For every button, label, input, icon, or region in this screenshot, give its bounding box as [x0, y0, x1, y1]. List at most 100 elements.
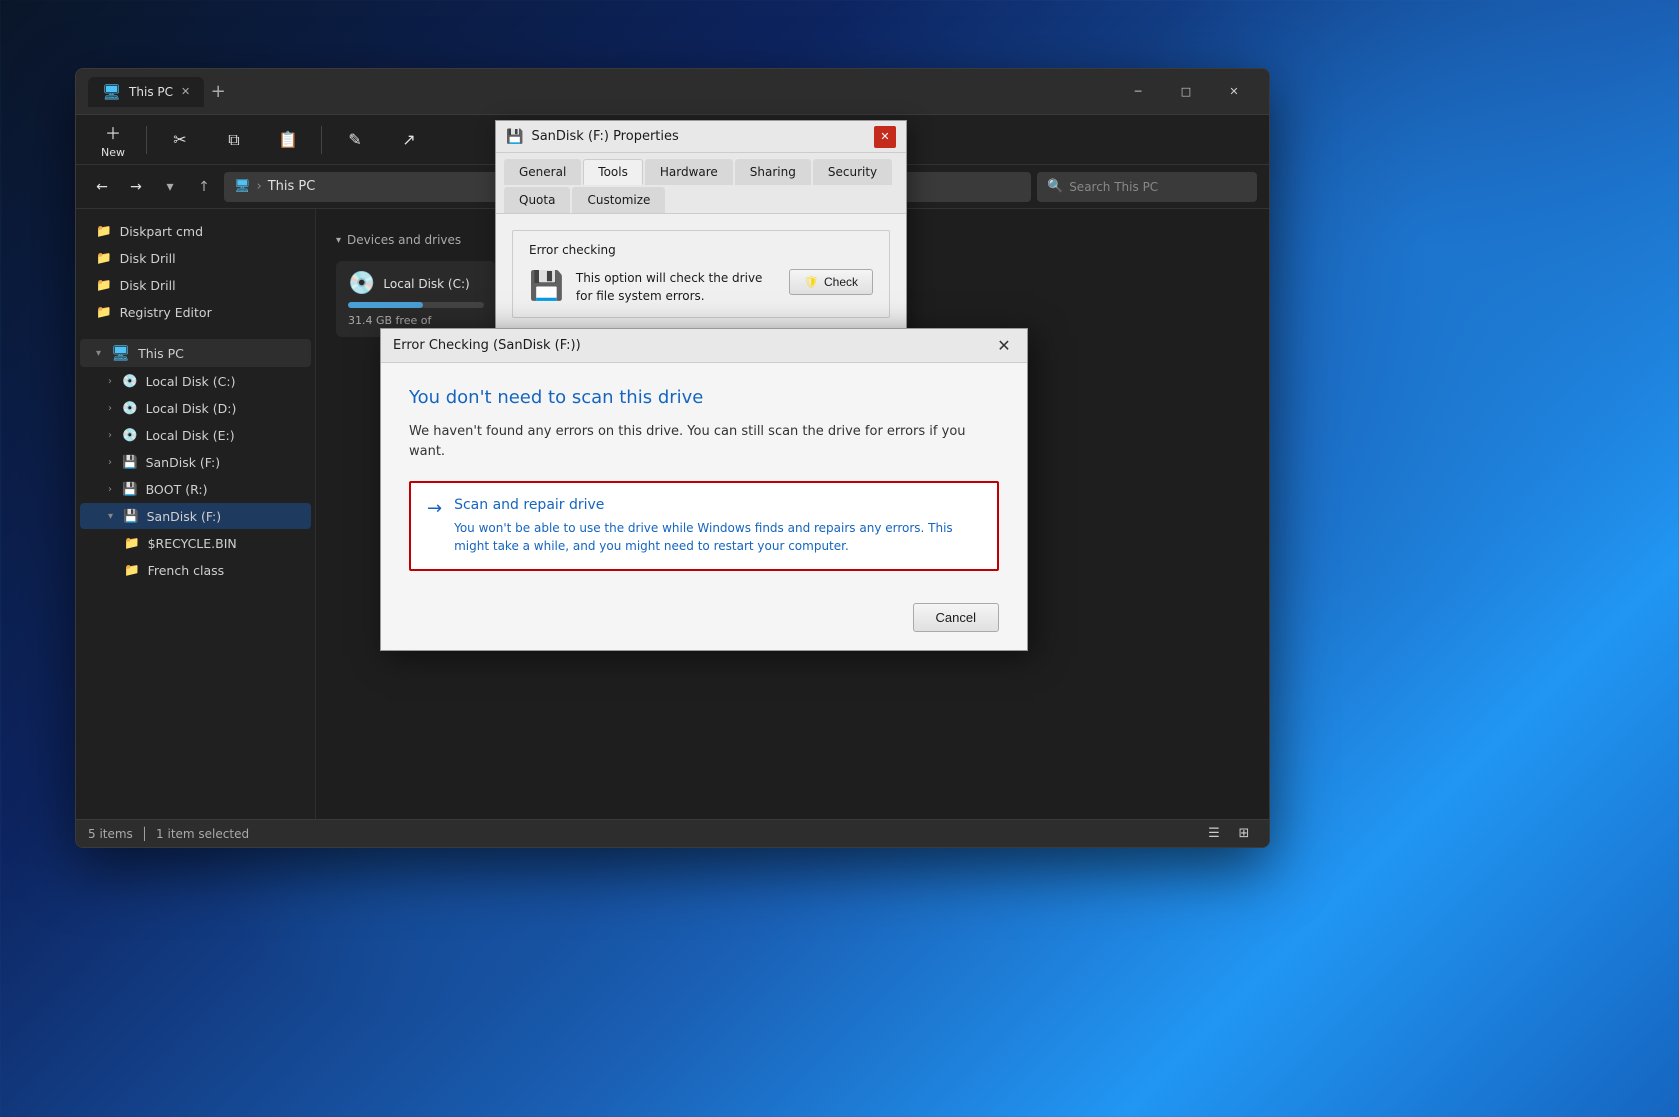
chevron-down-icon: ▾ [96, 348, 101, 359]
error-checking-title: Error checking [529, 243, 873, 257]
sidebar-label: Local Disk (E:) [146, 428, 235, 443]
rename-button[interactable]: ✎ [330, 126, 380, 153]
new-label: New [101, 146, 125, 159]
props-title-icon: 💾 [506, 129, 523, 145]
sidebar-label: Local Disk (C:) [146, 374, 236, 389]
minimize-btn[interactable]: ─ [1115, 76, 1161, 108]
props-close-btn[interactable]: ✕ [874, 126, 896, 148]
ec-heading: You don't need to scan this drive [409, 387, 999, 408]
drive-name-c: Local Disk (C:) [383, 277, 469, 291]
tab-customize[interactable]: Customize [572, 187, 665, 213]
sidebar-label: Local Disk (D:) [146, 401, 237, 416]
sidebar-item-diskpart[interactable]: 📁 Diskpart cmd [80, 218, 311, 244]
tab-general-label: General [519, 165, 566, 179]
search-bar[interactable]: 🔍 Search This PC [1037, 172, 1257, 202]
drive-sm-icon: 💾 [529, 269, 564, 302]
toolbar-sep-1 [146, 126, 147, 154]
scan-texts: Scan and repair drive You won't be able … [454, 497, 981, 555]
drive-top: 💿 Local Disk (C:) [348, 271, 484, 296]
scan-arrow-icon: → [427, 498, 442, 519]
scan-repair-option[interactable]: → Scan and repair drive You won't be abl… [409, 481, 999, 571]
sidebar-label: Registry Editor [120, 305, 212, 320]
sidebar-item-local-d[interactable]: › 💿 Local Disk (D:) [80, 395, 311, 421]
copy-icon: ⧉ [228, 130, 239, 150]
chevron-right-icon: › [108, 403, 112, 414]
this-pc-icon: 🖥 [111, 344, 130, 362]
toolbar-sep-2 [321, 126, 322, 154]
ec-footer: Cancel [381, 591, 1027, 650]
drive-info-c: 31.4 GB free of [348, 314, 484, 327]
tab-title: This PC [129, 85, 173, 99]
sidebar-item-french-class[interactable]: 📁 French class [80, 557, 311, 583]
sidebar-item-this-pc[interactable]: ▾ 🖥 This PC [80, 339, 311, 367]
sidebar-label: $RECYCLE.BIN [148, 536, 237, 551]
props-tabs: General Tools Hardware Sharing Security … [496, 153, 906, 214]
folder-icon: 📁 [96, 223, 112, 239]
cut-button[interactable]: ✂ [155, 126, 205, 153]
new-tab-btn[interactable]: + [204, 78, 232, 106]
sidebar-item-local-c[interactable]: › 💿 Local Disk (C:) [80, 368, 311, 394]
sidebar-item-recycle-bin[interactable]: 📁 $RECYCLE.BIN [80, 530, 311, 556]
sidebar: 📁 Diskpart cmd 📁 Disk Drill 📁 Disk Drill… [76, 209, 316, 819]
forward-btn[interactable]: → [122, 173, 150, 201]
maximize-btn[interactable]: □ [1163, 76, 1209, 108]
list-view-btn[interactable]: ☰ [1201, 823, 1227, 845]
chevron-right-icon: › [108, 376, 112, 387]
address-separator-arrow: › [257, 179, 262, 194]
sidebar-item-sandisk-expanded[interactable]: ▾ 💾 SanDisk (F:) [80, 503, 311, 529]
ec-content: You don't need to scan this drive We hav… [381, 363, 1027, 591]
search-icon: 🔍 [1047, 179, 1063, 194]
check-btn[interactable]: 🛡 Check [789, 269, 873, 295]
error-description: This option will check the drive for fil… [576, 269, 777, 305]
sidebar-item-diskdrill1[interactable]: 📁 Disk Drill [80, 245, 311, 271]
tab-customize-label: Customize [587, 193, 650, 207]
chevron-down-icon: ▾ [108, 511, 113, 522]
sidebar-label: SanDisk (F:) [147, 509, 222, 524]
ec-cancel-btn[interactable]: Cancel [913, 603, 999, 632]
tab-sharing[interactable]: Sharing [735, 159, 811, 185]
tab-quota[interactable]: Quota [504, 187, 570, 213]
share-button[interactable]: ↗ [384, 126, 434, 153]
up-btn[interactable]: ↑ [190, 173, 218, 201]
tab-security[interactable]: Security [813, 159, 892, 185]
tab-quota-label: Quota [519, 193, 555, 207]
props-title-bar: 💾 SanDisk (F:) Properties ✕ [496, 121, 906, 153]
check-btn-label: Check [824, 275, 858, 289]
sidebar-item-local-e[interactable]: › 💿 Local Disk (E:) [80, 422, 311, 448]
drive-icon: 💾 [123, 508, 139, 524]
drive-icon: 💿 [122, 373, 138, 389]
drive-icon-c: 💿 [348, 271, 375, 296]
tab-tools[interactable]: Tools [583, 159, 643, 185]
new-button[interactable]: ＋ New [88, 116, 138, 163]
back-btn[interactable]: ← [88, 173, 116, 201]
scan-repair-title: Scan and repair drive [454, 497, 981, 513]
check-shield-icon: 🛡 [804, 275, 819, 289]
ec-title-text: Error Checking (SanDisk (F:)) [393, 338, 985, 353]
paste-button[interactable]: 📋 [263, 126, 313, 153]
address-text: This PC [268, 179, 316, 194]
sidebar-item-sandisk-f[interactable]: › 💾 SanDisk (F:) [80, 449, 311, 475]
recent-btn[interactable]: ▾ [156, 173, 184, 201]
close-btn[interactable]: ✕ [1211, 76, 1257, 108]
copy-button[interactable]: ⧉ [209, 126, 259, 154]
error-checking-dialog: Error Checking (SanDisk (F:)) ✕ You don'… [380, 328, 1028, 651]
sidebar-label: This PC [138, 346, 184, 361]
sidebar-label: Diskpart cmd [120, 224, 203, 239]
ec-close-btn[interactable]: ✕ [993, 335, 1015, 357]
explorer-tab[interactable]: 🖥 This PC ✕ [88, 77, 204, 107]
tab-icon: 🖥 [102, 83, 121, 101]
tab-general[interactable]: General [504, 159, 581, 185]
tab-close-btn[interactable]: ✕ [181, 85, 190, 98]
sidebar-item-registry[interactable]: 📁 Registry Editor [80, 299, 311, 325]
tab-tools-label: Tools [598, 165, 628, 179]
status-separator: │ [141, 827, 148, 841]
sidebar-item-boot-r[interactable]: › 💾 BOOT (R:) [80, 476, 311, 502]
sidebar-item-diskdrill2[interactable]: 📁 Disk Drill [80, 272, 311, 298]
title-bar: 🖥 This PC ✕ + ─ □ ✕ [76, 69, 1269, 115]
tab-hardware[interactable]: Hardware [645, 159, 733, 185]
sidebar-label: BOOT (R:) [146, 482, 208, 497]
drive-item-c[interactable]: 💿 Local Disk (C:) 31.4 GB free of [336, 261, 496, 337]
paste-icon: 📋 [278, 130, 298, 149]
drive-bar-fill-c [348, 302, 423, 308]
grid-view-btn[interactable]: ⊞ [1231, 823, 1257, 845]
